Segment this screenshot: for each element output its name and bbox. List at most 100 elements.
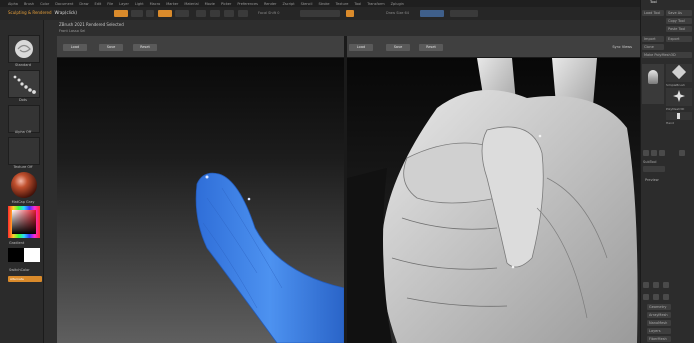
geometry-button[interactable]: Geometry	[647, 304, 671, 310]
solo-icon[interactable]	[659, 150, 665, 156]
delete-icon[interactable]	[663, 294, 669, 300]
tool-thumb-simplebrush[interactable]	[666, 64, 692, 82]
focal-shift-slider[interactable]	[300, 10, 340, 17]
menu-item[interactable]: Color	[40, 2, 49, 6]
menu-item[interactable]: Layer	[119, 2, 129, 6]
visibility-toggle-icon[interactable]	[651, 150, 657, 156]
menu-item[interactable]: Tool	[354, 2, 361, 6]
switch-color-label[interactable]: SwitchColor	[9, 268, 47, 272]
right-reset-button[interactable]: Reset	[419, 44, 443, 51]
list-icon[interactable]	[643, 294, 649, 300]
main-color-swatch[interactable]	[8, 248, 24, 262]
arraymesh-label: ArrayMesh	[649, 313, 668, 317]
material-sphere-icon	[11, 172, 37, 198]
menu-item[interactable]: Draw	[79, 2, 88, 6]
viewport-window-header: ZBrush 2021 Rendered Selected Front Lass…	[44, 20, 640, 36]
edit-button[interactable]	[196, 10, 206, 17]
export-label: Export	[668, 37, 680, 41]
right-save-button[interactable]: Save	[386, 44, 410, 51]
stroke-selector[interactable]	[8, 70, 40, 98]
nanomesh-button[interactable]: NanoMesh	[647, 320, 671, 326]
layers-button[interactable]: Layers	[647, 328, 671, 334]
load-tool-button[interactable]: Load Tool	[642, 10, 664, 16]
fibermesh-button[interactable]: FiberMesh	[647, 336, 671, 342]
eye-icon[interactable]	[643, 150, 649, 156]
save-as-button[interactable]: Save As	[666, 10, 692, 16]
menu-item[interactable]: Zscript	[282, 2, 294, 6]
right-load-button[interactable]: Load	[349, 44, 373, 51]
arrow-down-icon[interactable]	[663, 282, 669, 288]
menu-item[interactable]: Transform	[367, 2, 384, 6]
right-view-toolbar: Load Save Reset Sync Views	[347, 36, 640, 58]
draw-button[interactable]	[210, 10, 220, 17]
menu-item[interactable]: File	[107, 2, 113, 6]
zadd-button[interactable]	[158, 10, 172, 17]
color-picker[interactable]	[8, 206, 40, 238]
main-menu-bar: Alpha Brush Color Document Draw Edit Fil…	[0, 0, 694, 7]
window-title: ZBrush 2021 Rendered Selected	[59, 22, 124, 27]
tool-panel-title: Tool	[650, 0, 657, 4]
sync-views-label[interactable]: Sync Views	[612, 45, 632, 49]
menu-item[interactable]: Edit	[95, 2, 102, 6]
brush-selector[interactable]	[8, 35, 40, 63]
left-viewport-canvas[interactable]	[57, 58, 344, 343]
menu-item[interactable]: Material	[184, 2, 198, 6]
arrow-up-icon[interactable]	[653, 282, 659, 288]
menu-item[interactable]: Texture	[336, 2, 349, 6]
menu-item[interactable]: Zplugin	[391, 2, 404, 6]
load-tool-label: Load Tool	[644, 11, 661, 15]
left-load-button[interactable]: Load	[63, 44, 87, 51]
alternate-button[interactable]: Alternate	[8, 276, 42, 282]
rgb-button[interactable]	[131, 10, 143, 17]
m-button[interactable]	[146, 10, 154, 17]
lock-icon[interactable]	[643, 282, 649, 288]
menu-item[interactable]: Marker	[166, 2, 178, 6]
menu-item[interactable]: Light	[135, 2, 144, 6]
make-polymesh-button[interactable]: Make PolyMesh3D	[642, 52, 692, 58]
material-selector[interactable]	[8, 171, 40, 199]
arraymesh-button[interactable]: ArrayMesh	[647, 312, 671, 318]
menu-item[interactable]: Movie	[205, 2, 215, 6]
mrgb-button[interactable]	[114, 10, 128, 17]
zsub-button[interactable]	[175, 10, 189, 17]
import-button[interactable]: Import	[642, 36, 664, 42]
right-viewport-canvas[interactable]	[347, 58, 640, 343]
rgb-intensity-toggle[interactable]	[346, 10, 354, 17]
scale-button[interactable]	[238, 10, 248, 17]
thumb-label-simplebrush: SimpleBrush	[666, 83, 685, 87]
menu-item[interactable]: Picker	[221, 2, 231, 6]
tool-thumb-polymesh[interactable]	[666, 88, 692, 106]
move-button[interactable]	[224, 10, 234, 17]
menu-item[interactable]: Brush	[24, 2, 34, 6]
secondary-color-swatch[interactable]	[24, 248, 40, 262]
subtool-options-icon[interactable]	[679, 150, 685, 156]
menu-item[interactable]: Preferences	[237, 2, 258, 6]
copy-tool-button[interactable]: Copy Tool	[666, 18, 692, 24]
layers-label: Layers	[649, 329, 661, 333]
menu-item[interactable]: Render	[264, 2, 276, 6]
subtool-list-item[interactable]	[643, 166, 665, 172]
clone-button[interactable]: Clone	[642, 44, 664, 50]
menu-item[interactable]: Stroke	[318, 2, 329, 6]
subtool-header[interactable]: SubTool	[643, 160, 656, 164]
menu-item[interactable]: Alpha	[8, 2, 18, 6]
brush-label: Standard	[15, 63, 31, 67]
menu-item[interactable]: Macro	[150, 2, 161, 6]
saturation-square[interactable]	[12, 210, 36, 234]
export-button[interactable]: Export	[666, 36, 692, 42]
z-intensity-slider[interactable]	[450, 10, 478, 17]
draw-size-slider[interactable]	[420, 10, 444, 17]
duplicate-icon[interactable]	[653, 294, 659, 300]
paste-tool-button[interactable]: Paste Tool	[666, 26, 692, 32]
left-reset-button[interactable]: Reset	[133, 44, 157, 51]
thumb-label-polymesh: PolyMesh3D	[666, 107, 685, 111]
main-secondary-swatch[interactable]	[8, 248, 40, 262]
left-save-button[interactable]: Save	[99, 44, 123, 51]
texture-selector[interactable]	[8, 137, 40, 165]
blue-finger-mesh	[195, 172, 344, 343]
menu-item[interactable]: Document	[55, 2, 73, 6]
tool-thumb-current[interactable]	[642, 64, 664, 104]
alpha-selector[interactable]	[8, 105, 40, 133]
menu-item[interactable]: Stencil	[301, 2, 313, 6]
tool-thumb-hand[interactable]	[666, 112, 692, 120]
